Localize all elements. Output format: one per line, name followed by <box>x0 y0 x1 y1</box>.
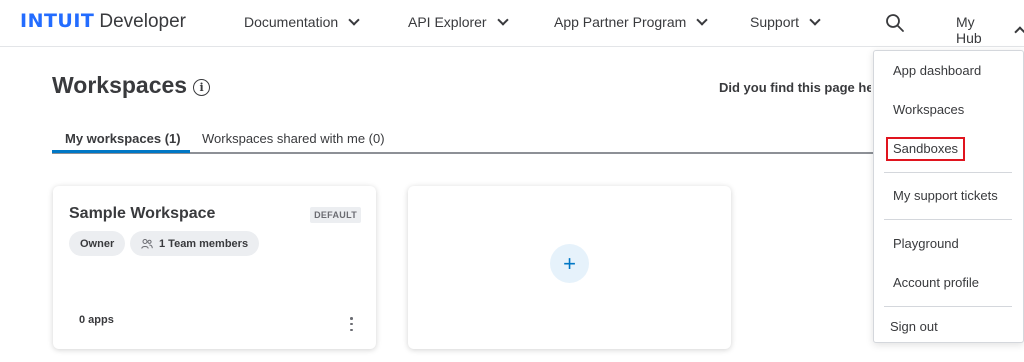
chevron-down-icon <box>696 13 708 26</box>
menu-item-app-dashboard[interactable]: App dashboard <box>893 63 981 78</box>
apps-count: 0 apps <box>79 314 114 326</box>
menu-divider <box>884 172 1012 173</box>
my-hub-menu: App dashboard Workspaces Sandboxes My su… <box>873 50 1024 343</box>
team-members-label: 1 Team members <box>159 237 249 250</box>
default-badge: DEFAULT <box>310 207 361 223</box>
workspace-tabs: My workspaces (1) Workspaces shared with… <box>52 128 892 154</box>
page-title: Workspaces <box>52 72 188 98</box>
chevron-up-icon <box>1014 26 1024 38</box>
team-members-chip[interactable]: 1 Team members <box>130 231 260 256</box>
workspace-card[interactable]: Sample Workspace DEFAULT Owner 1 Team me… <box>53 186 376 349</box>
nav-documentation-label: Documentation <box>244 14 339 30</box>
menu-divider <box>884 219 1012 220</box>
my-hub-toggle[interactable]: My Hub <box>956 14 1024 46</box>
search-icon[interactable] <box>885 13 905 33</box>
menu-item-support-tickets[interactable]: My support tickets <box>893 188 998 203</box>
menu-item-sandboxes[interactable]: Sandboxes <box>893 141 958 156</box>
team-members-icon <box>141 238 153 249</box>
chevron-down-icon <box>348 13 360 26</box>
active-tab-indicator <box>52 150 190 153</box>
plus-icon: + <box>563 250 576 276</box>
nav-support-label: Support <box>750 14 800 30</box>
tab-my-workspaces[interactable]: My workspaces (1) <box>65 131 181 146</box>
page-heading: Workspaces i <box>52 72 211 99</box>
nav-api-explorer[interactable]: API Explorer <box>408 13 509 30</box>
product-name: Developer <box>99 11 186 32</box>
tab-shared-workspaces[interactable]: Workspaces shared with me (0) <box>202 131 385 146</box>
nav-app-partner-program[interactable]: App Partner Program <box>554 13 708 30</box>
chevron-down-icon <box>809 13 821 26</box>
top-navbar: INTUIT Developer Documentation API Explo… <box>0 0 1024 47</box>
more-options-icon[interactable] <box>350 317 354 331</box>
nav-api-explorer-label: API Explorer <box>408 14 487 30</box>
intuit-developer-logo[interactable]: INTUIT Developer <box>20 10 186 33</box>
menu-item-sign-out[interactable]: Sign out <box>890 319 938 334</box>
add-workspace-card[interactable]: + <box>408 186 731 349</box>
workspace-title: Sample Workspace <box>69 205 216 222</box>
nav-support[interactable]: Support <box>750 13 821 30</box>
menu-divider <box>884 306 1012 307</box>
nav-documentation[interactable]: Documentation <box>244 13 360 30</box>
menu-item-playground[interactable]: Playground <box>893 236 959 251</box>
role-chip-label: Owner <box>80 237 115 250</box>
info-icon[interactable]: i <box>193 78 211 96</box>
feedback-prompt: Did you find this page helpful? <box>719 80 871 95</box>
role-chip: Owner <box>69 231 126 256</box>
add-workspace-button[interactable]: + <box>550 244 589 283</box>
menu-item-account-profile[interactable]: Account profile <box>893 275 979 290</box>
my-hub-label: My Hub <box>956 14 982 46</box>
chevron-down-icon <box>496 13 509 26</box>
brand-name: INTUIT <box>20 10 95 32</box>
nav-app-partner-program-label: App Partner Program <box>554 14 687 30</box>
menu-item-workspaces[interactable]: Workspaces <box>893 102 964 117</box>
